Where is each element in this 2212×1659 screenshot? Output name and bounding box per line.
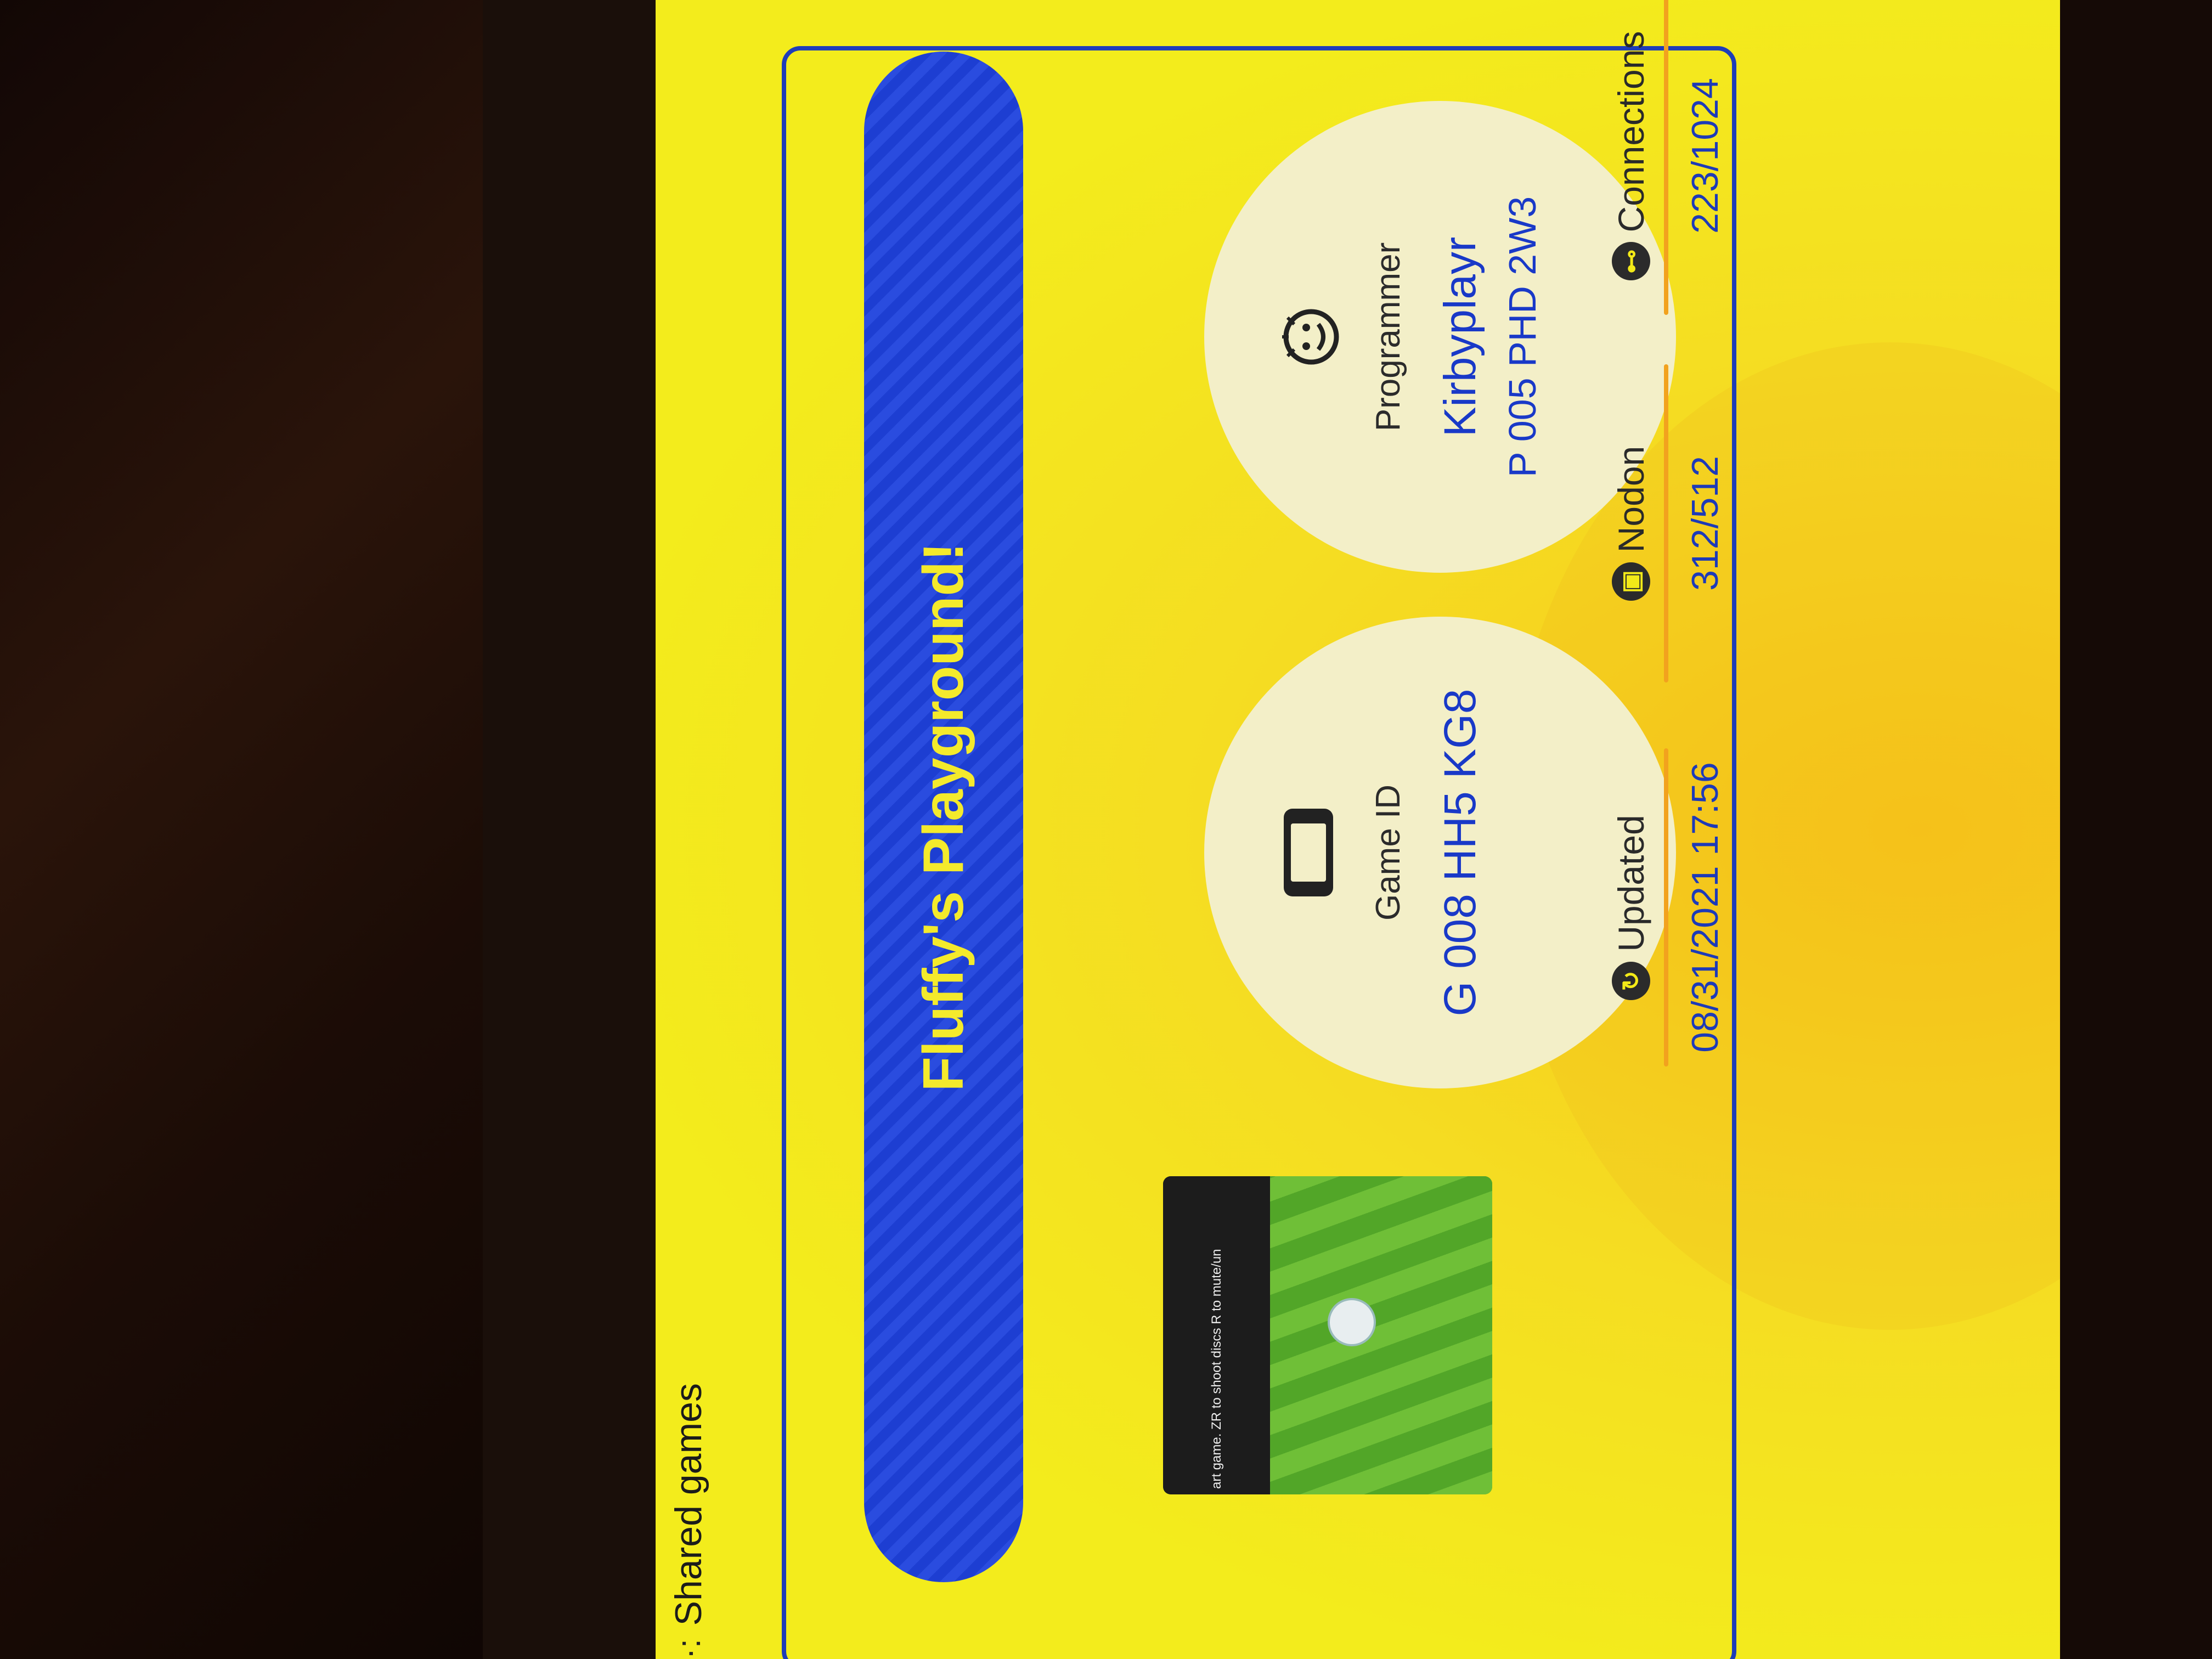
shared-games-icon: ·: [670, 1639, 707, 1659]
connection-icon: ⊷ [1612, 242, 1650, 281]
game-thumbnail[interactable]: art game. ZR to shoot discs R to mute/un [1163, 1176, 1492, 1494]
connections-value: 223/1024 [1684, 78, 1726, 234]
programmer-name: Kirbyplayr [1435, 236, 1485, 437]
game-id-panel[interactable]: Game ID G 008 HH5 KG8 [1204, 617, 1676, 1088]
programmer-label: Programmer [1369, 242, 1407, 432]
game-id-label: Game ID [1369, 784, 1407, 921]
game-title-banner: Fluffy's Playground! [864, 52, 1023, 1582]
programmer-face-icon [1281, 307, 1344, 367]
nodon-label: Nodon [1611, 445, 1651, 553]
updated-label: Updated [1611, 815, 1651, 952]
console-icon [1281, 806, 1339, 899]
stat-divider [1664, 0, 1668, 315]
programmer-panel[interactable]: Programmer Kirbyplayr P 005 PHD 2W3 [1204, 101, 1676, 573]
page-title: Shared games [668, 1383, 709, 1626]
stat-divider [1664, 748, 1668, 1066]
screen: ·: Shared games Fluffy's Playground! art… [656, 0, 2060, 1659]
connections-label: Connections [1611, 31, 1651, 233]
device-bezel [483, 0, 680, 1659]
game-id-value: G 008 HH5 KG8 [1435, 689, 1485, 1017]
dark-edge [2060, 0, 2212, 1659]
character-sprite [1328, 1298, 1376, 1346]
updated-value: 08/31/2021 17:56 [1684, 762, 1726, 1053]
nodon-value: 312/512 [1684, 456, 1726, 591]
game-title: Fluffy's Playground! [911, 542, 975, 1092]
header: ·: Shared games [656, 1383, 721, 1659]
refresh-icon: ↻ [1612, 961, 1650, 1000]
connections-stat: ⊷ Connections 223/1024 [1610, 0, 1726, 326]
thumbnail-caption: art game. ZR to shoot discs R to mute/un [1163, 1176, 1270, 1494]
programmer-id: P 005 PHD 2W3 [1501, 196, 1544, 478]
nodon-stat: ▣ Nodon 312/512 [1610, 353, 1726, 693]
thumbnail-field [1270, 1176, 1492, 1494]
updated-stat: ↻ Updated 08/31/2021 17:56 [1610, 737, 1726, 1077]
stat-divider [1664, 364, 1668, 682]
nodon-icon: ▣ [1612, 562, 1650, 601]
game-detail-page: ·: Shared games Fluffy's Playground! art… [656, 0, 2060, 1659]
